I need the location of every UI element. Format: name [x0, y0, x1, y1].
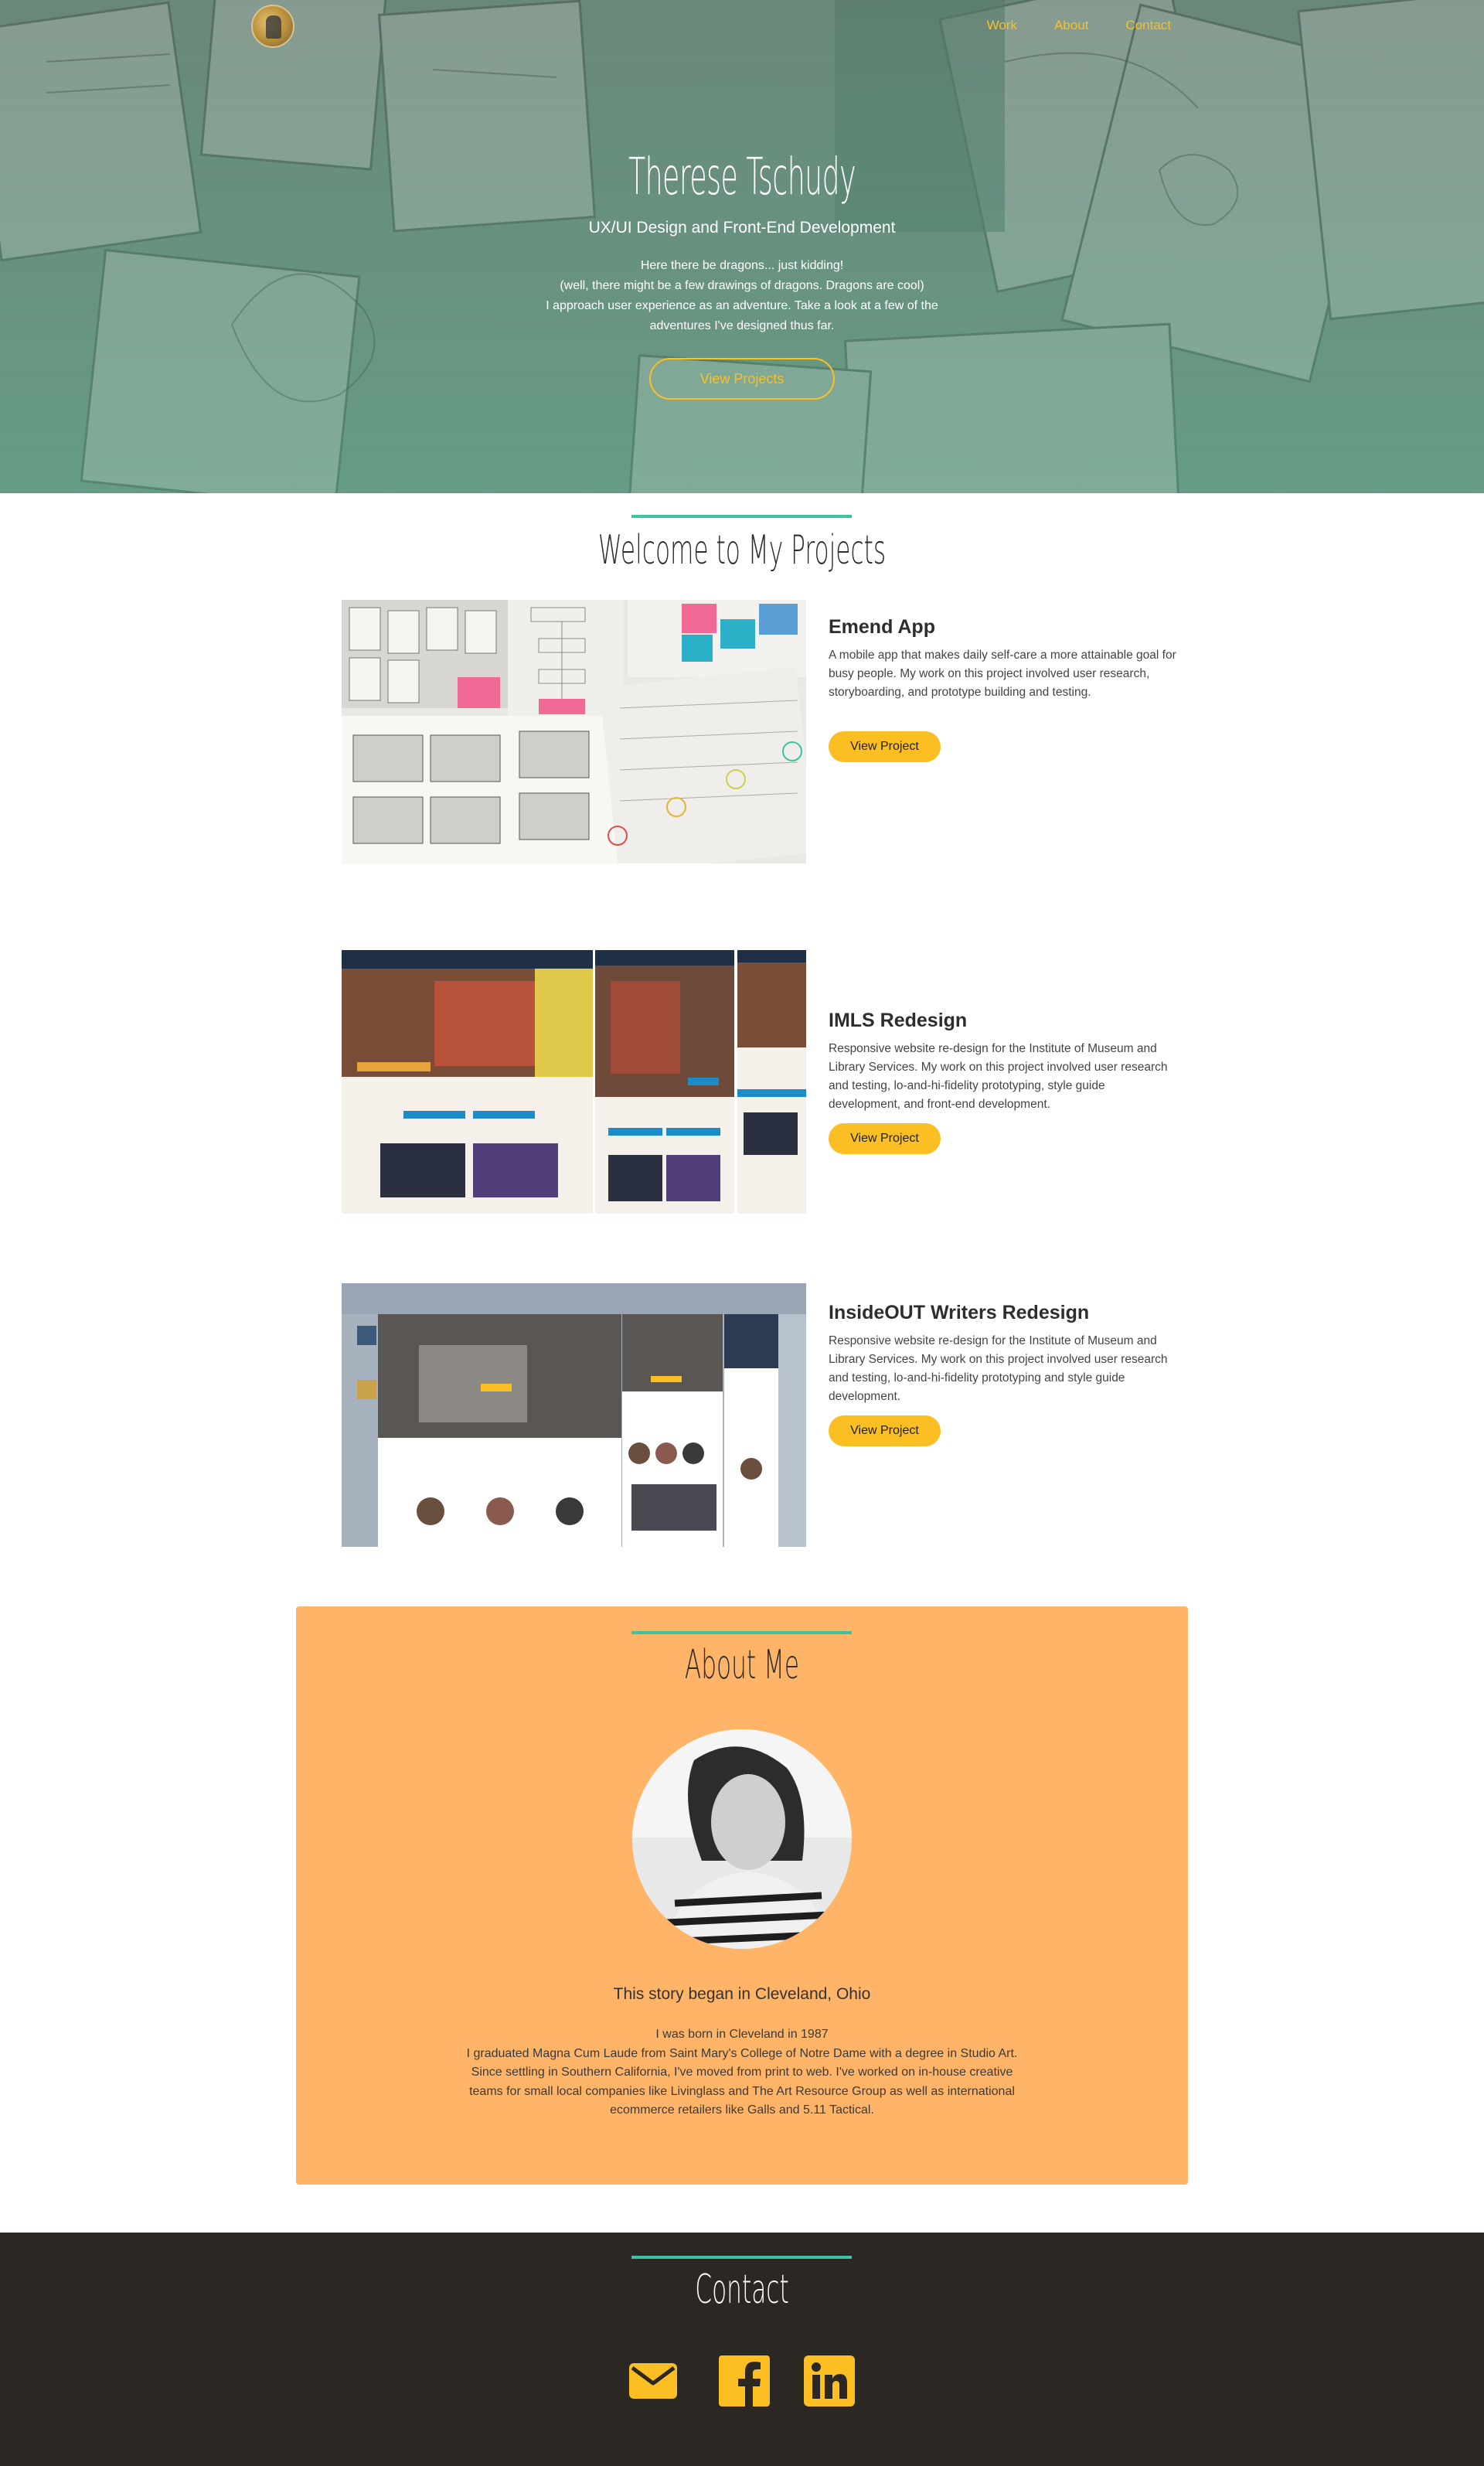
- about-bio-line: I was born in Cleveland in 1987: [655, 2028, 829, 2041]
- nav-link-work[interactable]: Work: [987, 18, 1017, 33]
- about-bio-line: I graduated Magna Cum Laude from Saint M…: [466, 2046, 1018, 2060]
- view-project-button-imls[interactable]: View Project: [829, 1123, 941, 1154]
- project-title: InsideOUT Writers Redesign: [829, 1302, 1090, 1323]
- project-info-emend: Emend App A mobile app that makes daily …: [829, 616, 1176, 702]
- projects-title: Welcome to My Projects: [597, 527, 887, 574]
- project-image-emend[interactable]: [342, 600, 806, 863]
- hero-overlay: [0, 0, 1484, 493]
- contact-accent-line: [631, 2256, 852, 2259]
- profile-photo: [632, 1729, 852, 1949]
- emend-storyboard-image: [342, 600, 806, 863]
- project-description: Responsive website re-design for the Ins…: [829, 1334, 1168, 1403]
- profile-portrait-image: [632, 1729, 852, 1949]
- project-description: Responsive website re-design for the Ins…: [829, 1042, 1168, 1111]
- contact-title: Contact: [695, 2267, 789, 2313]
- logo[interactable]: [251, 5, 294, 48]
- insideout-mockups-image: [342, 1283, 806, 1547]
- view-projects-button[interactable]: View Projects: [649, 358, 835, 400]
- logo-figure-icon: [266, 15, 281, 39]
- project-title: IMLS Redesign: [829, 1010, 968, 1031]
- project-image-imls[interactable]: [342, 950, 806, 1214]
- nav-link-about[interactable]: About: [1054, 18, 1088, 33]
- about-heading: This story began in Cleveland, Ohio: [613, 1985, 871, 2003]
- project-info-insideout: InsideOUT Writers Redesign Responsive we…: [829, 1302, 1176, 1406]
- hero-intro-line: Here there be dragons... just kidding!: [640, 259, 844, 272]
- project-image-insideout[interactable]: [342, 1283, 806, 1547]
- project-description: A mobile app that makes daily self-care …: [829, 649, 1176, 699]
- about-accent-line: [631, 1631, 852, 1634]
- about-bio-line: Since settling in Southern California, I…: [469, 2066, 1015, 2117]
- imls-mockups-image: [342, 950, 806, 1214]
- project-title: Emend App: [829, 616, 935, 638]
- linkedin-icon[interactable]: [804, 2355, 855, 2406]
- hero-intro: Here there be dragons... just kidding! (…: [510, 256, 974, 336]
- projects-accent-line: [631, 515, 852, 518]
- main-nav: Work About Contact: [987, 18, 1171, 33]
- hero-subtitle: UX/UI Design and Front-End Development: [588, 219, 896, 237]
- about-bio: I was born in Cleveland in 1987 I gradua…: [464, 2025, 1020, 2120]
- nav-link-contact[interactable]: Contact: [1125, 18, 1171, 33]
- hero-section: Work About Contact Therese Tschudy UX/UI…: [0, 0, 1484, 493]
- hero-intro-line: I approach user experience as an adventu…: [546, 299, 938, 312]
- facebook-icon[interactable]: [719, 2355, 770, 2406]
- hero-intro-line: (well, there might be a few drawings of …: [560, 279, 924, 292]
- view-project-button-insideout[interactable]: View Project: [829, 1415, 941, 1446]
- hero-intro-line: adventures I've designed thus far.: [649, 319, 835, 332]
- hero-title: Therese Tschudy: [628, 147, 856, 206]
- about-title: About Me: [684, 1642, 800, 1688]
- envelope-icon[interactable]: [628, 2355, 679, 2406]
- project-info-imls: IMLS Redesign Responsive website re-desi…: [829, 1010, 1176, 1114]
- view-project-button-emend[interactable]: View Project: [829, 731, 941, 762]
